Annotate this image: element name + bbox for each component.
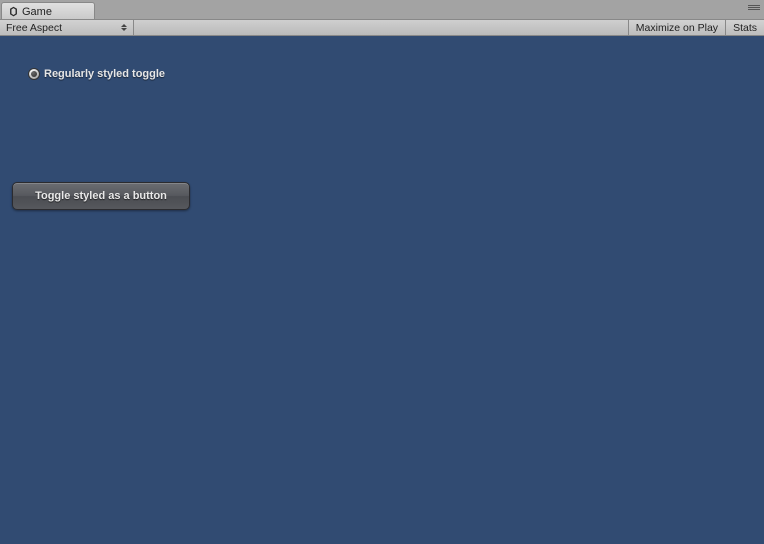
maximize-label: Maximize on Play [636,22,718,34]
radio-icon [28,68,40,80]
button-style-toggle[interactable]: Toggle styled as a button [12,182,190,210]
tab-bar: Game [0,0,764,19]
updown-arrows-icon [121,24,127,31]
game-view: Regularly styled toggle Toggle styled as… [0,36,764,544]
panel-menu-icon[interactable] [748,5,760,13]
regular-toggle[interactable]: Regularly styled toggle [28,68,165,80]
tab-game[interactable]: Game [1,2,95,19]
game-toolbar: Free Aspect Maximize on Play Stats [0,19,764,36]
regular-toggle-label: Regularly styled toggle [44,68,165,80]
stats-button[interactable]: Stats [726,20,764,35]
toolbar-spacer [134,20,629,35]
aspect-label: Free Aspect [6,22,62,34]
maximize-on-play-button[interactable]: Maximize on Play [629,20,726,35]
button-toggle-label: Toggle styled as a button [35,190,167,202]
tab-label: Game [22,6,52,18]
stats-label: Stats [733,22,757,34]
unity-icon [7,6,19,18]
aspect-dropdown[interactable]: Free Aspect [0,20,134,35]
